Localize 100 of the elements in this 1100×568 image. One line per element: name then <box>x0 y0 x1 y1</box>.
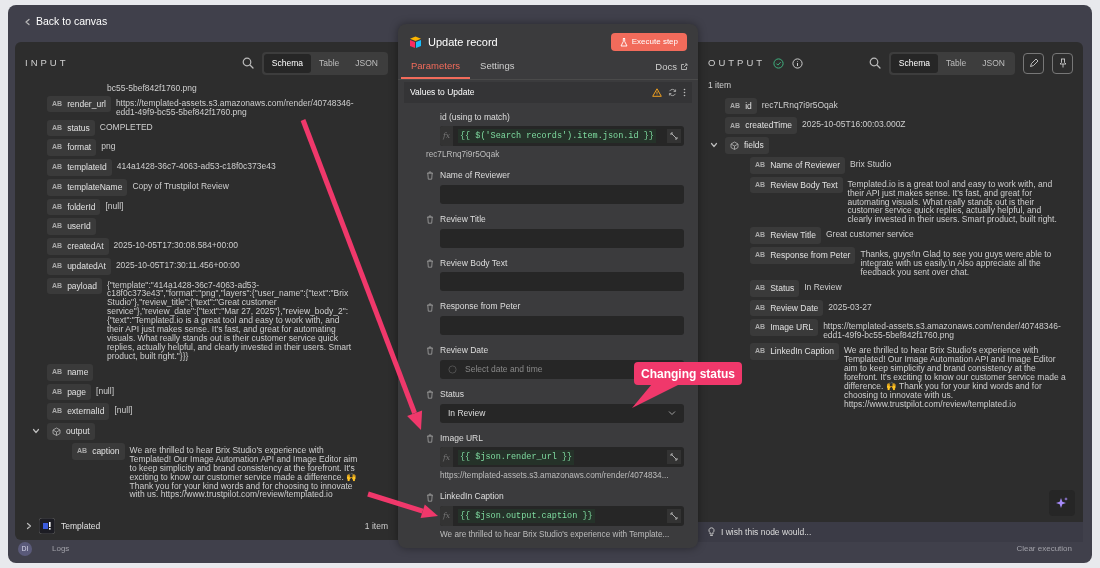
field-key: updatedAt <box>67 259 106 273</box>
field-label: Response from Peter <box>440 300 522 313</box>
chevron-down-icon[interactable] <box>710 141 718 150</box>
feedback-prompt[interactable]: I wish this node would... <box>721 525 812 539</box>
field-key: render_url <box>67 97 106 111</box>
callout-tooltip: Changing status <box>632 362 742 408</box>
node-logo-icon <box>39 518 55 534</box>
settings-tab[interactable]: Settings <box>470 59 525 80</box>
trash-icon[interactable] <box>426 215 434 224</box>
clear-execution-button[interactable]: Clear execution <box>1016 543 1072 555</box>
pin-icon <box>1057 58 1068 69</box>
panel-title: INPUT <box>25 56 69 71</box>
field-label: Name of Reviewer <box>440 169 511 182</box>
trash-icon[interactable] <box>426 433 434 443</box>
view-tab[interactable]: Schema <box>890 54 938 73</box>
trash-icon[interactable] <box>426 302 434 312</box>
field-key: payload <box>67 279 97 293</box>
chevron-right-icon[interactable] <box>25 522 33 530</box>
settings-tab[interactable]: Parameters <box>401 59 471 80</box>
ai-assistant-button[interactable] <box>1049 490 1075 516</box>
chevron-down-icon[interactable] <box>32 427 40 436</box>
cube-icon <box>52 426 61 436</box>
pin-button[interactable] <box>1052 52 1073 74</box>
search-icon[interactable] <box>868 57 881 70</box>
panel-title: OUTPUT <box>708 56 766 71</box>
field-label: Review Title <box>440 212 487 226</box>
item-count: 1 item <box>707 80 733 92</box>
field-key: Review Date <box>770 301 819 315</box>
view-tab[interactable]: JSON <box>974 54 1013 73</box>
field-value: [null] <box>114 404 134 416</box>
field-value: bc55-5bef842f1760.png <box>107 81 198 93</box>
field-label: Image URL <box>440 431 484 445</box>
expand-icon <box>670 453 678 462</box>
field-key: folderId <box>67 200 96 214</box>
field-key: Image URL <box>770 321 814 335</box>
view-tab[interactable]: Table <box>311 54 348 73</box>
view-tab[interactable]: Table <box>938 54 975 73</box>
view-tab[interactable]: Schema <box>263 54 311 73</box>
trash-icon[interactable] <box>426 171 434 181</box>
cube-icon <box>730 141 739 151</box>
info-icon[interactable] <box>792 57 804 69</box>
success-check-icon <box>773 57 785 69</box>
field-key: page <box>67 385 87 399</box>
chevron-down-icon <box>668 410 676 416</box>
expression-text: {{ $json.render_url }} <box>458 449 575 465</box>
annotation-arrow <box>367 491 438 518</box>
expand-icon <box>670 132 678 140</box>
field-key: createdTime <box>745 119 793 133</box>
node-name[interactable]: Templated <box>61 519 101 533</box>
edit-button[interactable] <box>1023 52 1044 74</box>
status-dropdown[interactable]: In Review <box>440 403 684 423</box>
mapping-button[interactable] <box>667 450 681 465</box>
trash-icon[interactable] <box>426 390 434 399</box>
trash-icon[interactable] <box>426 492 434 502</box>
field-value: {"template":"414a1428-36c7-4063-ad53-c18f0c373e43","format":"png","layers":{"user_name":{"text":"Brix Studio"},"review_title":{"text":"Great customer service"},"review_date":{"text":"Mar 27, 2025"},"review_body_2":{"text":"Templated.io is a great tool and easy to work with, and their API just makes sense. It's fast, and great for automating visuals. What really stands out is their customer service quick replies, actually helpful, and clearly invested in their users. Smart product, built right."}}} <box>106 278 353 361</box>
mapping-button[interactable] <box>667 509 681 523</box>
field-value: Templated.io is a great tool and easy to work with, and their API just makes sense. It's fast, and great for automating visuals. What really stands out is their customer service quick replies, actually helpful, and clearly invested in their users. Smart product, built right. <box>847 177 1058 225</box>
search-icon[interactable] <box>241 57 254 70</box>
field-value: 2025-03-27 <box>828 300 873 312</box>
field-value: We are thrilled to hear Brix Studio's experience with Templated! Our Image Automation API and Image Editor aim to keep simplicity and brand consistency at the forefront. It's exciting to know our customer service made a difference. 🙌 Thank you for your kind words and for choosing to innovate with us. https://www.trustpilot.com/review/templated.io <box>843 344 1067 409</box>
dropdown-value: In Review <box>448 406 486 420</box>
docs-link[interactable]: Docs <box>655 60 688 80</box>
section-title: Values to Update <box>410 86 476 99</box>
field-key: format <box>67 141 92 154</box>
field-value: In Review <box>804 280 843 292</box>
field-key: Name of Reviewer <box>770 158 841 172</box>
item-count: 1 item <box>364 521 388 531</box>
field-label: LinkedIn Caption <box>440 490 505 503</box>
sparkle-icon <box>1055 496 1069 510</box>
field-label: Review Date <box>440 344 490 357</box>
expression-result: rec7LRnq7i9r5Oqak <box>426 149 501 160</box>
mapping-button[interactable] <box>667 129 681 143</box>
back-button[interactable]: Back to canvas <box>24 14 108 30</box>
view-tab[interactable]: JSON <box>347 54 386 73</box>
field-value: Great customer service <box>825 228 915 240</box>
field-key: caption <box>92 444 120 458</box>
field-value: https://templated-assets.s3.amazonaws.com/render/40748346-edd1-49f9-bc55-5bef842f1760.png <box>115 96 355 117</box>
expression-result: https://templated-assets.s3.amazonaws.com/render/4074834... <box>440 470 670 482</box>
field-key: Status <box>770 281 795 295</box>
field-value: png <box>101 140 117 152</box>
refresh-icon[interactable] <box>668 88 677 98</box>
expression-text: {{ $json.output.caption }} <box>458 508 595 524</box>
field-key: fields <box>744 139 764 152</box>
field-value: [null] <box>96 384 115 396</box>
pencil-icon <box>1028 58 1039 69</box>
field-value: rec7LRnq7i9r5Oqak <box>761 98 839 110</box>
field-placeholder: Select date and time <box>465 362 543 376</box>
field-key: externalId <box>67 405 105 419</box>
field-key: templateId <box>67 161 107 174</box>
expression-result: We are thrilled to hear Brix Studio's experience with Template... <box>440 529 671 540</box>
field-value: Thanks, guys!\n Glad to see you guys were able to integrate with us easily.\n Also appreciate all the feedback you sent over chat. <box>860 248 1053 277</box>
field-key: output <box>66 425 90 438</box>
trash-icon[interactable] <box>426 258 434 268</box>
field-label: Status <box>440 387 466 401</box>
field-value: https://templated-assets.s3.amazonaws.com/render/40748346-edd1-49f9-bc55-5bef842f1760.png <box>823 320 1062 341</box>
field-key: createdAt <box>67 240 104 253</box>
field-key: LinkedIn Caption <box>770 345 834 358</box>
field-key: name <box>67 365 89 379</box>
field-value: [null] <box>105 199 125 211</box>
trash-icon[interactable] <box>426 346 434 356</box>
